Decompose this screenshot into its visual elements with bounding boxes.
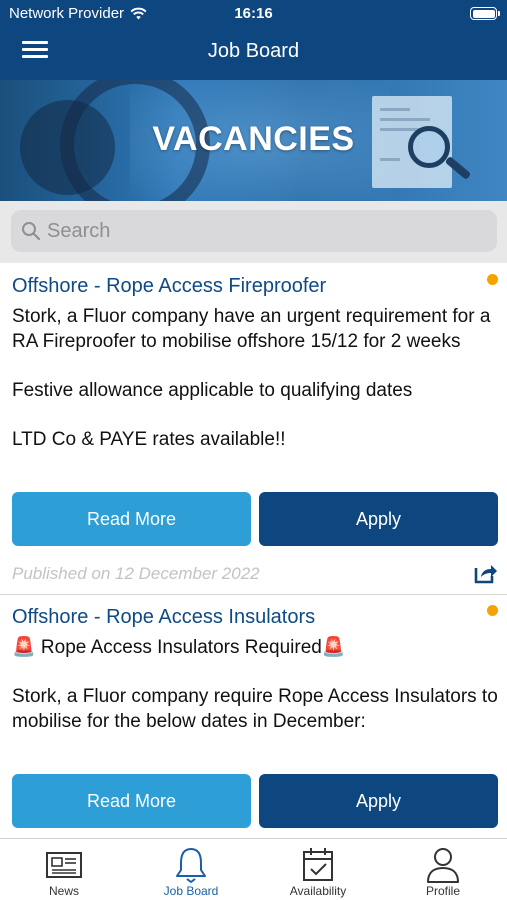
- job-title[interactable]: Offshore - Rope Access Insulators: [12, 606, 315, 629]
- search-bar: [0, 201, 507, 263]
- bell-icon: [176, 848, 206, 883]
- status-dot: [487, 605, 498, 616]
- battery-icon: [470, 7, 500, 20]
- description-line: Stork, a Fluor company have an urgent re…: [12, 306, 491, 352]
- tab-bar: News Job Board Availability Profile: [0, 838, 507, 900]
- description-line: 🚨 Rope Access Insulators Required🚨: [12, 637, 346, 658]
- nav-bar: Job Board: [0, 28, 507, 80]
- job-description: 🚨 Rope Access Insulators Required🚨 Stork…: [12, 636, 498, 734]
- tab-news[interactable]: News: [1, 839, 127, 900]
- job-title[interactable]: Offshore - Rope Access Fireproofer: [12, 275, 326, 298]
- search-box[interactable]: [11, 210, 497, 252]
- page-title: Job Board: [207, 40, 300, 62]
- published-date: Published on 12 December 2022: [12, 564, 260, 583]
- description-line: [12, 661, 498, 686]
- tab-job-board[interactable]: Job Board: [128, 839, 254, 900]
- description-line: LTD Co & PAYE rates available!!: [12, 428, 286, 450]
- search-icon: [22, 222, 41, 241]
- status-bar: Network Provider 16:16: [0, 0, 507, 28]
- apply-button[interactable]: Apply: [259, 774, 498, 828]
- tab-label: Profile: [425, 884, 460, 898]
- top-bar: Network Provider 16:16 Job Board: [0, 0, 507, 80]
- description-line: Stork, a Fluor company require Rope Acce…: [12, 686, 498, 732]
- tab-label: Availability: [289, 884, 347, 898]
- tab-profile[interactable]: Profile: [380, 839, 506, 900]
- description-line: Festive allowance applicable to qualifyi…: [12, 379, 413, 401]
- description-line: [12, 403, 498, 428]
- vacancies-banner: VACANCIES: [0, 80, 507, 201]
- job-description: Stork, a Fluor company have an urgent re…: [12, 305, 498, 452]
- read-more-button[interactable]: Read More: [12, 492, 251, 546]
- tab-availability[interactable]: Availability: [255, 839, 381, 900]
- calendar-check-icon: [303, 848, 333, 881]
- description-line: [12, 354, 498, 379]
- status-time: 16:16: [234, 5, 273, 22]
- read-more-button[interactable]: Read More: [12, 774, 251, 828]
- card-divider: [0, 594, 507, 595]
- banner-title: VACANCIES: [152, 120, 355, 158]
- search-input[interactable]: [47, 210, 487, 252]
- share-icon[interactable]: [472, 560, 498, 586]
- tab-label: Job Board: [163, 884, 219, 898]
- tab-label: News: [48, 884, 79, 898]
- newspaper-icon: [46, 852, 82, 878]
- status-dot: [487, 274, 498, 285]
- apply-button[interactable]: Apply: [259, 492, 498, 546]
- person-icon: [427, 848, 459, 883]
